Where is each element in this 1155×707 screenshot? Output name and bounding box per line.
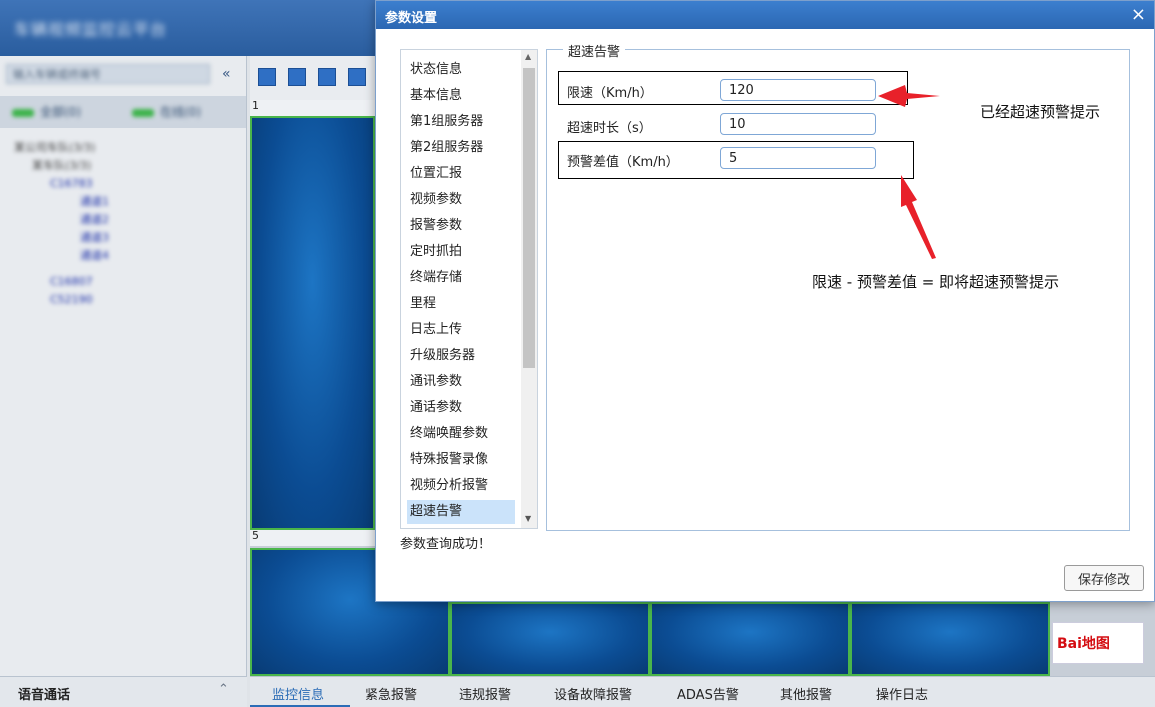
voice-call-label: 语音通话 <box>18 688 71 703</box>
tab-violation-alarm[interactable]: 违规报警 <box>459 684 511 703</box>
layout-4-icon[interactable] <box>318 68 336 86</box>
menu-item-server-group-1[interactable]: 第1组服务器 <box>407 110 515 134</box>
online-indicator-icon <box>132 108 154 117</box>
menu-item-terminal-storage[interactable]: 终端存储 <box>407 266 515 290</box>
bottom-tabs: 监控信息 紧急报警 违规报警 设备故障报警 ADAS告警 其他报警 操作日志 <box>250 676 1155 707</box>
video-cell-number: 5 <box>252 529 259 542</box>
tree-node[interactable]: C52190 <box>50 292 93 308</box>
menu-item-server-group-2[interactable]: 第2组服务器 <box>407 136 515 160</box>
tree-node[interactable]: C16783 <box>50 176 93 192</box>
layout-9-icon[interactable] <box>348 68 366 86</box>
menu-item-location-report[interactable]: 位置汇报 <box>407 162 515 186</box>
menu-scrollbar[interactable]: ▲ ▼ <box>521 50 537 528</box>
tree-node[interactable]: 通道3 <box>80 230 109 246</box>
tab-emergency-alarm[interactable]: 紧急报警 <box>365 684 417 703</box>
annotation-overspeed-note: 已经超速预警提示 <box>980 103 1101 121</box>
menu-item-basic-info[interactable]: 基本信息 <box>407 84 515 108</box>
tree-node[interactable]: 通道1 <box>80 194 109 210</box>
speed-limit-input[interactable] <box>720 79 876 101</box>
tree-node[interactable]: C16807 <box>50 274 93 290</box>
menu-item-overspeed-alarm[interactable]: 超速告警 <box>407 500 515 524</box>
tab-monitor-info[interactable]: 监控信息 <box>272 684 324 703</box>
left-sidebar: 输入车辆或终端号 « 全部(0) 在线(0) 某公司车队(3/3) 某车队(3/… <box>0 56 247 676</box>
double-chevron-left-icon[interactable]: « <box>222 66 231 82</box>
tab-all[interactable]: 全部(0) <box>12 102 81 122</box>
warning-diff-label: 预警差值（Km/h） <box>567 155 679 170</box>
tab-device-fault-alarm[interactable]: 设备故障报警 <box>554 684 632 703</box>
video-cell[interactable] <box>450 602 650 676</box>
overspeed-duration-label: 超速时长（s） <box>567 121 652 136</box>
menu-item-alarm-params[interactable]: 报警参数 <box>407 214 515 238</box>
video-cell[interactable] <box>650 602 850 676</box>
menu-item-communication-params[interactable]: 通讯参数 <box>407 370 515 394</box>
tab-online[interactable]: 在线(0) <box>132 102 201 122</box>
menu-item-status-info[interactable]: 状态信息 <box>407 58 515 82</box>
video-cell[interactable] <box>850 602 1050 676</box>
query-status-text: 参数查询成功！ <box>400 537 492 552</box>
scrollbar-thumb[interactable] <box>523 68 535 368</box>
warning-diff-input[interactable] <box>720 147 876 169</box>
menu-item-special-alarm-video[interactable]: 特殊报警录像 <box>407 448 515 472</box>
close-icon[interactable]: × <box>1131 4 1146 25</box>
save-changes-button[interactable]: 保存修改 <box>1064 565 1144 591</box>
layout-2-icon[interactable] <box>288 68 306 86</box>
menu-item-log-upload[interactable]: 日志上传 <box>407 318 515 342</box>
overspeed-duration-input[interactable] <box>720 113 876 135</box>
parameter-settings-dialog: 参数设置 × 状态信息 基本信息 第1组服务器 第2组服务器 位置汇报 视频参数… <box>375 0 1155 602</box>
scroll-down-icon[interactable]: ▼ <box>525 514 531 523</box>
vehicle-filter-tabs: 全部(0) 在线(0) <box>0 96 246 128</box>
menu-item-video-analysis-alarm[interactable]: 视频分析报警 <box>407 474 515 498</box>
map-logo: Bai地图 <box>1052 622 1144 664</box>
layout-1-icon[interactable] <box>258 68 276 86</box>
menu-item-terminal-wakeup[interactable]: 终端唤醒参数 <box>407 422 515 446</box>
menu-item-video-params[interactable]: 视频参数 <box>407 188 515 212</box>
menu-item-mileage[interactable]: 里程 <box>407 292 515 316</box>
dialog-titlebar: 参数设置 × <box>376 1 1154 29</box>
tab-other-alarm[interactable]: 其他报警 <box>780 684 832 703</box>
tree-node[interactable]: 通道4 <box>80 248 109 264</box>
tree-node[interactable]: 通道2 <box>80 212 109 228</box>
tree-node[interactable]: 某车队(3/3) <box>32 158 91 174</box>
video-cell-header: 1 <box>250 99 375 116</box>
menu-item-upgrade-server[interactable]: 升级服务器 <box>407 344 515 368</box>
video-cell-header: 5 <box>250 529 375 546</box>
vehicle-search-input[interactable]: 输入车辆或终端号 <box>6 64 210 84</box>
menu-item-timed-capture[interactable]: 定时抓拍 <box>407 240 515 264</box>
online-indicator-icon <box>12 108 34 117</box>
tab-operation-log[interactable]: 操作日志 <box>876 684 928 703</box>
dialog-title: 参数设置 <box>385 11 438 26</box>
app-title: 车辆视频监控云平台 <box>14 20 168 39</box>
section-title: 超速告警 <box>563 41 626 60</box>
tree-node[interactable]: 某公司车队(3/3) <box>14 140 95 156</box>
speed-limit-label: 限速（Km/h） <box>567 86 653 101</box>
video-cell[interactable] <box>250 116 375 530</box>
video-cell-number: 1 <box>252 99 259 112</box>
voice-call-bar: 语音通话 ⌃ <box>0 676 247 707</box>
menu-item-call-params[interactable]: 通话参数 <box>407 396 515 420</box>
scroll-up-icon[interactable]: ▲ <box>525 52 531 61</box>
expand-up-icon[interactable]: ⌃ <box>218 682 229 697</box>
tab-adas-alarm[interactable]: ADAS告警 <box>677 684 739 703</box>
parameter-menu-list: 状态信息 基本信息 第1组服务器 第2组服务器 位置汇报 视频参数 报警参数 定… <box>400 49 538 529</box>
annotation-pre-overspeed-note: 限速 - 预警差值 = 即将超速预警提示 <box>812 273 1060 291</box>
